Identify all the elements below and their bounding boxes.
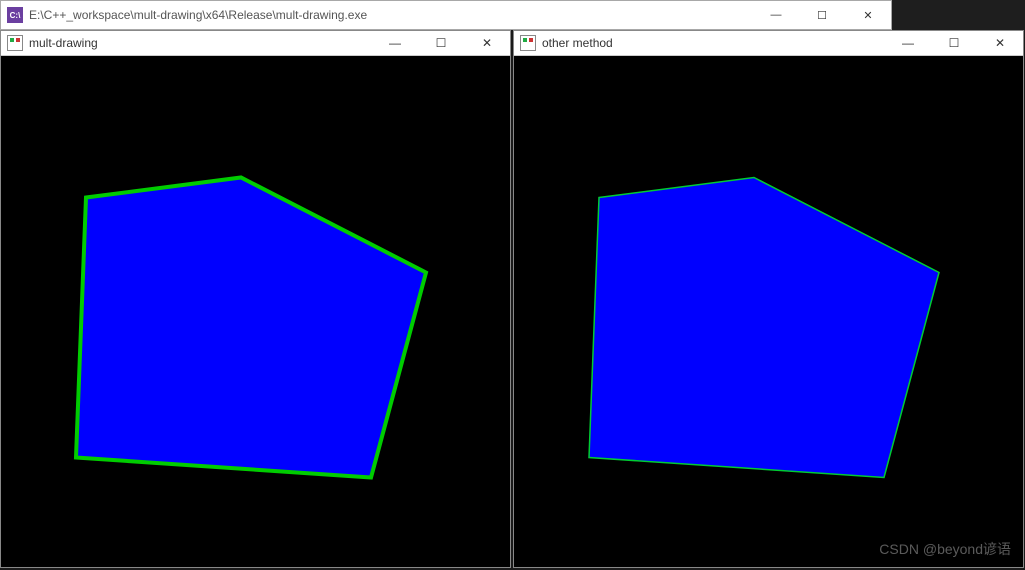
- parent-window-controls: — ☐ ✕: [753, 1, 891, 29]
- child-windows-container: mult-drawing — ☐ ✕ other method — ☐ ✕: [0, 30, 1025, 568]
- left-maximize-button[interactable]: ☐: [418, 31, 464, 55]
- left-minimize-button[interactable]: —: [372, 31, 418, 55]
- left-window-controls: — ☐ ✕: [372, 31, 510, 55]
- left-window-title: mult-drawing: [29, 36, 372, 50]
- right-titlebar[interactable]: other method — ☐ ✕: [514, 31, 1023, 56]
- parent-titlebar[interactable]: C:\ E:\C++_workspace\mult-drawing\x64\Re…: [1, 1, 891, 29]
- right-pentagon-shape: [589, 178, 939, 478]
- background-editor-fragment: [892, 0, 1025, 30]
- right-image-window: other method — ☐ ✕ CSDN @beyond谚语: [513, 30, 1024, 568]
- right-maximize-button[interactable]: ☐: [931, 31, 977, 55]
- right-drawing-svg: [514, 56, 1023, 567]
- parent-console-window: C:\ E:\C++_workspace\mult-drawing\x64\Re…: [0, 0, 892, 30]
- left-image-window: mult-drawing — ☐ ✕: [0, 30, 511, 568]
- right-canvas: [514, 56, 1023, 567]
- parent-maximize-button[interactable]: ☐: [799, 1, 845, 29]
- right-window-controls: — ☐ ✕: [885, 31, 1023, 55]
- parent-window-title: E:\C++_workspace\mult-drawing\x64\Releas…: [29, 8, 753, 22]
- right-minimize-button[interactable]: —: [885, 31, 931, 55]
- right-window-title: other method: [542, 36, 885, 50]
- parent-close-button[interactable]: ✕: [845, 1, 891, 29]
- console-app-icon: C:\: [7, 7, 23, 23]
- opencv-window-icon: [520, 35, 536, 51]
- left-titlebar[interactable]: mult-drawing — ☐ ✕: [1, 31, 510, 56]
- left-close-button[interactable]: ✕: [464, 31, 510, 55]
- opencv-window-icon: [7, 35, 23, 51]
- left-pentagon-shape: [76, 178, 426, 478]
- left-canvas: [1, 56, 510, 567]
- parent-minimize-button[interactable]: —: [753, 1, 799, 29]
- left-drawing-svg: [1, 56, 510, 567]
- right-close-button[interactable]: ✕: [977, 31, 1023, 55]
